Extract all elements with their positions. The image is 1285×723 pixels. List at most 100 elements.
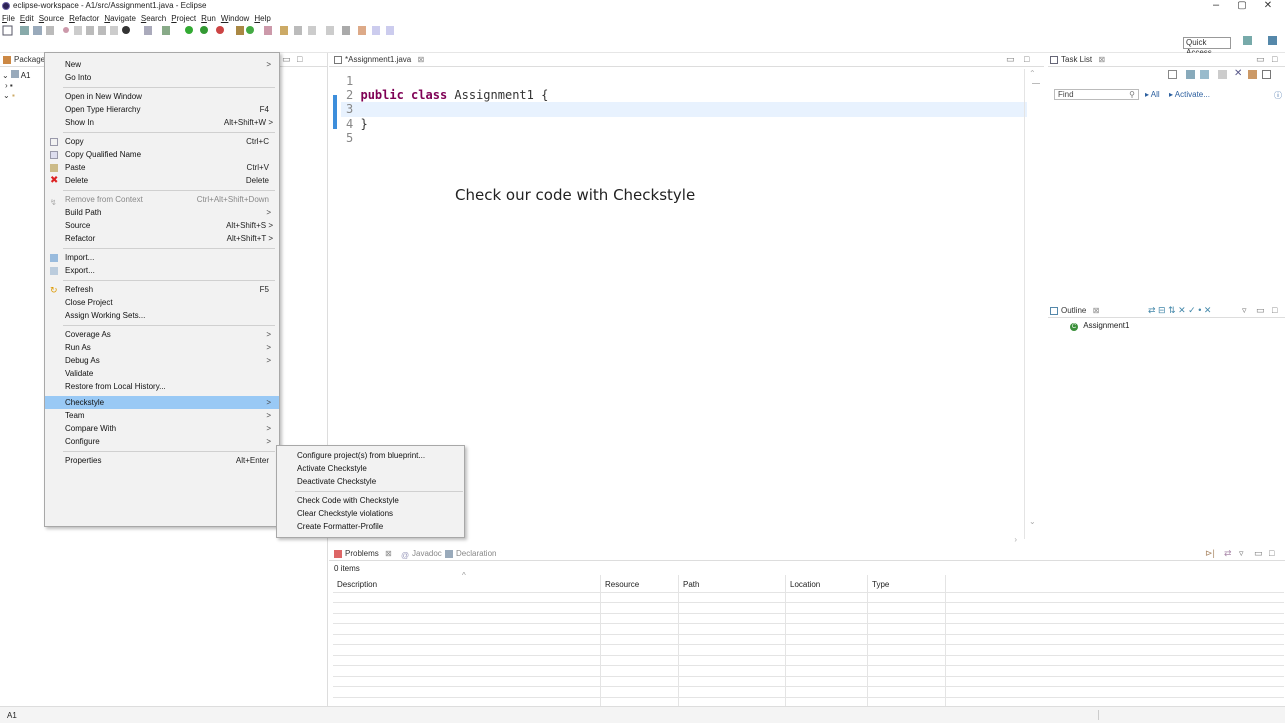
tree-item-src[interactable]: ⌄ ▪ [3,91,15,100]
maximize-editor-icon[interactable]: □ [1024,54,1029,64]
column-header-path[interactable]: Path [683,580,699,589]
outline-item-assignment1[interactable]: C Assignment1 [1070,321,1129,331]
new-task-icon[interactable] [1168,70,1177,79]
menu-item-open-in-new-window[interactable]: Open in New Window [45,90,279,103]
menu-item-close-project[interactable]: Close Project [45,296,279,309]
menu-item-refactor[interactable]: Refactor Alt+Shift+T > [45,232,279,245]
synchronize-icon[interactable] [1248,70,1257,79]
menu-item-refresh[interactable]: ↻ Refresh F5 [45,283,279,296]
submenu-item-check-code[interactable]: Check Code with Checkstyle [277,494,464,507]
maximize-view-icon[interactable]: □ [297,54,302,64]
menu-edit[interactable]: Edit [20,14,34,23]
menu-project[interactable]: Project [171,14,196,23]
scheduled-icon[interactable] [1200,70,1209,79]
code-line-1[interactable]: 1 [346,74,353,88]
maximize-view-icon[interactable]: □ [1272,305,1277,315]
menu-item-coverage-as[interactable]: Coverage As > [45,328,279,341]
task-find-input[interactable]: Find ⚲ [1054,89,1139,100]
quick-access-input[interactable]: Quick Access [1183,37,1231,57]
close-tab-icon[interactable]: ⊠ [418,55,425,64]
menu-search[interactable]: Search [141,14,166,23]
maximize-view-icon[interactable]: □ [1269,548,1274,558]
minimize-view-icon[interactable]: ▭ [1254,548,1263,559]
code-line-5[interactable]: 5 [346,131,353,145]
minimize-view-icon[interactable]: ▭ [1256,305,1265,316]
column-header-location[interactable]: Location [790,580,820,589]
menu-help[interactable]: Help [254,14,270,23]
submenu-item-deactivate-checkstyle[interactable]: Deactivate Checkstyle [277,475,464,488]
menu-run[interactable]: Run [201,14,216,23]
menu-item-paste[interactable]: Paste Ctrl+V [45,161,279,174]
tab-problems[interactable]: Problems ⊠ [334,548,392,560]
menu-item-copy[interactable]: Copy Ctrl+C [45,135,279,148]
tab-task-list[interactable]: Task List ⊠ [1050,54,1105,66]
submenu-item-configure-from-blueprint[interactable]: Configure project(s) from blueprint... [277,449,464,462]
tree-item-a1[interactable]: ⌄ A1 [2,70,31,80]
menu-item-configure[interactable]: Configure > [45,435,279,448]
minimize-view-icon[interactable]: ▭ [282,54,291,65]
column-header-type[interactable]: Type [872,580,889,589]
close-tab-icon[interactable]: ⊠ [385,549,392,558]
maximize-view-icon[interactable]: □ [1272,54,1277,64]
menu-item-copy-qualified-name[interactable]: Copy Qualified Name [45,148,279,161]
code-line-2[interactable]: 2 public class Assignment1 { [346,88,548,102]
menu-item-restore-from-local-history[interactable]: Restore from Local History... [45,380,279,393]
menu-item-assign-working-sets[interactable]: Assign Working Sets... [45,309,279,322]
menu-item-checkstyle[interactable]: Checkstyle > [45,396,279,409]
menu-file[interactable]: File [2,14,15,23]
menu-item-debug-as[interactable]: Debug As > [45,354,279,367]
scroll-up-icon[interactable]: ⌃ [1029,69,1036,78]
minimize-editor-icon[interactable]: ▭ [1006,54,1015,65]
menu-item-export[interactable]: Export... [45,264,279,277]
all-link[interactable]: ▸ All [1145,90,1160,99]
minimize-view-icon[interactable]: ▭ [1256,54,1265,65]
close-tab-icon[interactable]: ⊠ [1098,55,1105,64]
close-button[interactable]: ✕ [1258,0,1278,12]
menu-item-delete[interactable]: ✖ Delete Delete [45,174,279,187]
editor-vscroll[interactable] [1024,69,1025,539]
toolbar-icons[interactable] [2,24,562,38]
tree-item-jre[interactable]: › ▪ [5,81,13,90]
scroll-down-icon[interactable]: ⌄ [1029,517,1036,526]
menu-source[interactable]: Source [39,14,64,23]
menu-item-properties[interactable]: Properties Alt+Enter [45,454,279,467]
view-menu-icon[interactable]: ▿ [1239,548,1244,559]
outline-toolbar-icons[interactable]: ⇄ ⊟ ⇅ ✕ ✓ • ✕ [1148,305,1211,316]
maximize-button[interactable]: ▢ [1232,0,1252,12]
submenu-item-create-formatter-profile[interactable]: Create Formatter-Profile [277,520,464,533]
open-perspective-icon[interactable] [1243,36,1252,45]
code-line-3[interactable]: 3 [346,102,353,116]
menu-item-compare-with[interactable]: Compare With > [45,422,279,435]
menu-item-show-in[interactable]: Show In Alt+Shift+W > [45,116,279,129]
menu-item-go-into[interactable]: Go Into [45,71,279,84]
categorized-icon[interactable] [1186,70,1195,79]
menu-item-import[interactable]: Import... [45,251,279,264]
help-icon[interactable]: ⓘ [1274,90,1282,101]
filter-icon[interactable]: ⊳| [1205,548,1215,559]
menu-navigate[interactable]: Navigate [104,14,136,23]
menu-item-new[interactable]: New > [45,58,279,71]
menu-item-open-type-hierarchy[interactable]: Open Type Hierarchy F4 [45,103,279,116]
column-header-description[interactable]: Description [337,580,377,589]
tab-declaration[interactable]: Declaration [445,548,496,560]
menu-item-source[interactable]: Source Alt+Shift+S > [45,219,279,232]
menu-item-run-as[interactable]: Run As > [45,341,279,354]
submenu-item-clear-violations[interactable]: Clear Checkstyle violations [277,507,464,520]
activate-link[interactable]: ▸ Activate... [1169,90,1210,99]
hide-completed-icon[interactable]: ✕ [1234,68,1242,79]
java-perspective-icon[interactable] [1268,36,1277,45]
tab-assignment1-java[interactable]: *Assignment1.java ⊠ [334,54,424,66]
minimize-button[interactable]: – [1206,0,1226,12]
focus-icon[interactable]: ⇄ [1224,548,1232,559]
menu-window[interactable]: Window [221,14,249,23]
submenu-item-activate-checkstyle[interactable]: Activate Checkstyle [277,462,464,475]
menu-refactor[interactable]: Refactor [69,14,99,23]
collapse-icon[interactable] [1262,70,1271,79]
tab-outline[interactable]: Outline ⊠ [1050,305,1099,317]
menu-item-build-path[interactable]: Build Path > [45,206,279,219]
focus-icon[interactable] [1218,70,1227,79]
menu-item-validate[interactable]: Validate [45,367,279,380]
close-tab-icon[interactable]: ⊠ [1093,306,1100,315]
menu-item-remove-from-context[interactable]: ↯ Remove from Context Ctrl+Alt+Shift+Down [45,193,279,207]
view-menu-icon[interactable]: ▿ [1242,305,1247,316]
